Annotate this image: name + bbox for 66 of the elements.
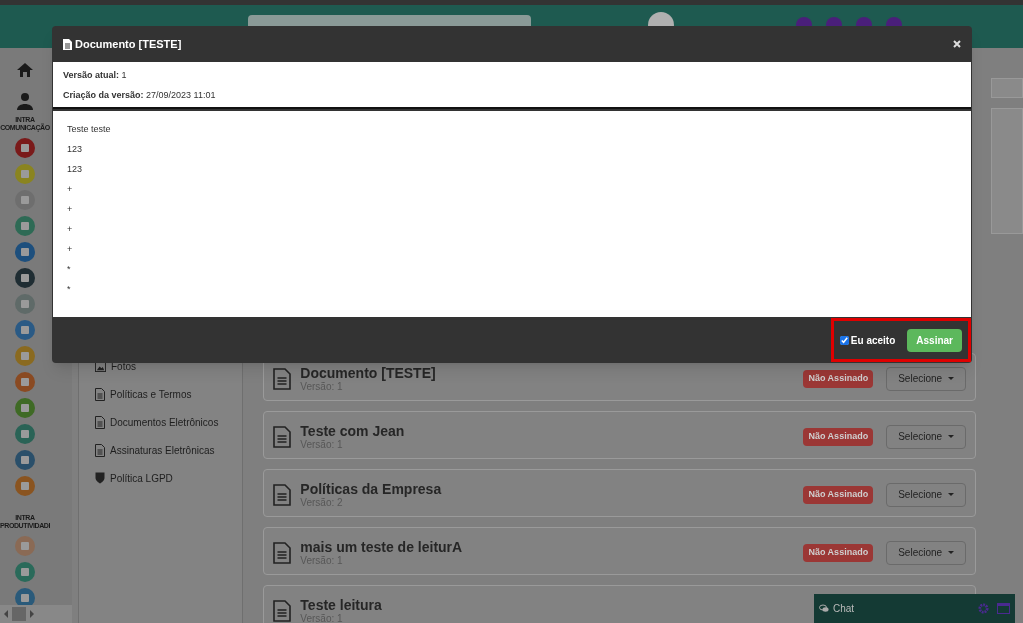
content-line: +	[67, 244, 74, 255]
app-icon[interactable]	[15, 372, 35, 392]
caret-icon	[948, 435, 955, 438]
content-line: +	[67, 184, 74, 195]
app-icon[interactable]	[15, 450, 35, 470]
document-icon	[95, 387, 105, 401]
menu-item[interactable]: Políticas e Termos	[95, 387, 243, 401]
status-badge: Não Assinado	[803, 485, 874, 504]
content-line: 123	[67, 164, 84, 175]
accept-checkbox[interactable]	[839, 335, 849, 345]
app-icon[interactable]	[15, 398, 35, 418]
select-dropdown[interactable]: Selecione	[886, 482, 967, 507]
status-badge: Não Assinado	[803, 427, 874, 446]
dialog-title: Documento [TESTE]	[75, 36, 182, 52]
version-info: Criação da versão: 27/09/2023 11:01	[63, 90, 217, 101]
close-icon[interactable]	[953, 40, 961, 48]
chat-bar[interactable]: Chat	[814, 594, 1015, 623]
select-dropdown[interactable]: Selecione	[886, 540, 967, 565]
status-badge: Não Assinado	[803, 543, 874, 562]
version-info: Versão atual: 1	[63, 70, 128, 81]
document-title[interactable]: Documento [TESTE]	[300, 364, 436, 381]
document-icon	[273, 367, 292, 390]
document-icon	[63, 38, 72, 50]
document-icon	[95, 415, 105, 429]
document-title[interactable]: Teste leitura	[300, 596, 382, 613]
caret-icon	[948, 551, 955, 554]
home-icon[interactable]	[16, 62, 34, 78]
menu-item[interactable]: Documentos Eletrônicos	[95, 415, 243, 429]
content-line: *	[67, 284, 72, 295]
content-line: *	[67, 264, 72, 275]
document-title[interactable]: mais um teste de leiturA	[300, 538, 463, 555]
menu-item[interactable]: Política LGPD	[95, 471, 243, 485]
app-icon[interactable]	[15, 476, 35, 496]
accept-label: Eu aceito	[850, 333, 896, 348]
chat-icon	[819, 604, 829, 613]
document-icon	[95, 443, 105, 457]
app-icon[interactable]	[15, 216, 35, 236]
app-icon[interactable]	[15, 562, 35, 582]
document-icon	[273, 425, 292, 448]
user-icon[interactable]	[17, 92, 33, 110]
select-dropdown[interactable]: Selecione	[886, 424, 967, 449]
caret-icon	[948, 493, 955, 496]
status-badge: Não Assinado	[803, 369, 874, 388]
app-icon[interactable]	[15, 320, 35, 340]
document-title[interactable]: Teste com Jean	[300, 422, 405, 439]
window-icon[interactable]	[997, 603, 1010, 614]
app-icon[interactable]	[15, 138, 35, 158]
document-icon	[273, 599, 292, 622]
document-icon	[273, 483, 292, 506]
app-icon[interactable]	[15, 424, 35, 444]
app-icon[interactable]	[15, 242, 35, 262]
sign-button[interactable]: Assinar	[907, 328, 962, 352]
content-line: Teste teste	[67, 124, 112, 135]
content-line: +	[67, 224, 74, 235]
menu-item[interactable]: Assinaturas Eletrônicas	[95, 443, 243, 457]
settings-icon[interactable]	[978, 603, 989, 614]
select-dropdown[interactable]: Selecione	[886, 366, 967, 391]
document-icon	[273, 541, 292, 564]
caret-icon	[948, 377, 955, 380]
content-line: +	[67, 204, 74, 215]
content-line: 123	[67, 144, 84, 155]
app-icon[interactable]	[15, 268, 35, 288]
shield-icon	[95, 472, 105, 484]
document-title[interactable]: Políticas da Empresa	[300, 480, 442, 497]
scrollbar[interactable]	[0, 605, 72, 623]
chat-label: Chat	[833, 602, 855, 616]
